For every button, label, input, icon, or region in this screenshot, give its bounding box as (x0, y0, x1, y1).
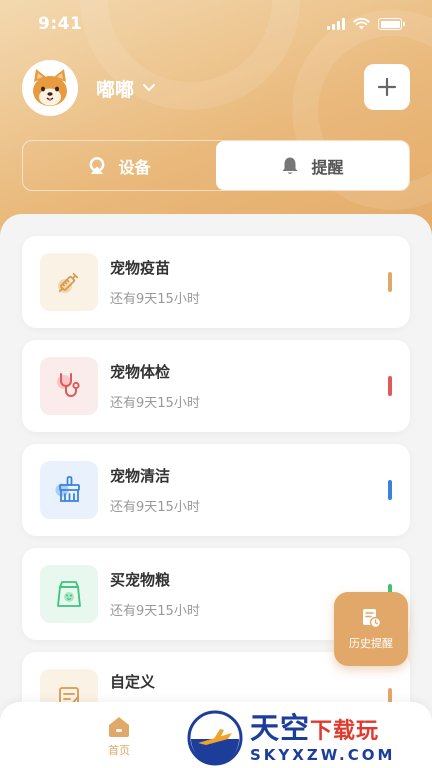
watermark-logo-icon (187, 710, 243, 766)
plus-icon (377, 77, 397, 97)
food-bag-icon (57, 581, 81, 607)
history-doc-icon (363, 609, 382, 629)
chevron-down-icon[interactable] (142, 83, 156, 93)
card-subtitle: 还有9天15小时 (110, 292, 200, 307)
history-reminders-button[interactable]: 历史提醒 (334, 592, 408, 666)
watermark-url: SKYXZW.COM (250, 746, 396, 764)
watermark: 天空下载玩 SKYXZW.COM (186, 708, 432, 768)
tab-home-label: 首页 (108, 744, 130, 757)
home-icon (109, 717, 129, 737)
card-accent-bar (388, 376, 392, 396)
signal-icon (327, 18, 345, 30)
tab-reminders-label: 提醒 (311, 157, 344, 177)
add-button[interactable] (364, 64, 410, 110)
watermark-title: 天空下载玩 (250, 713, 395, 747)
syringe-icon (58, 272, 79, 293)
card-icon-bg (40, 461, 98, 519)
tab-home[interactable]: 首页 (96, 714, 142, 758)
profile-row: 嘟嘟 (22, 60, 410, 116)
card-title: 宠物体检 (110, 363, 171, 381)
reminder-card-checkup[interactable]: 宠物体检 还有9天15小时 (22, 340, 410, 432)
card-text: 自定义 (110, 671, 155, 692)
wifi-icon (353, 18, 370, 30)
status-icons (327, 18, 405, 30)
history-reminders-label: 历史提醒 (349, 637, 393, 650)
watermark-title-accent: 下载玩 (310, 719, 380, 744)
card-title: 买宠物粮 (110, 571, 171, 589)
pet-name[interactable]: 嘟嘟 (96, 75, 134, 102)
card-accent-bar (388, 480, 392, 500)
card-accent-bar (388, 272, 392, 292)
tab-devices[interactable]: 设备 (23, 141, 216, 190)
shiba-dog-icon (33, 69, 67, 106)
card-text: 宠物体检 还有9天15小时 (110, 361, 200, 411)
card-title: 宠物疫苗 (110, 259, 171, 277)
card-icon-bg (40, 253, 98, 311)
avatar[interactable] (22, 60, 78, 116)
card-title: 自定义 (110, 672, 156, 691)
card-icon-bg (40, 565, 98, 623)
brush-icon (55, 476, 80, 502)
card-subtitle: 还有9天15小时 (110, 604, 200, 619)
card-text: 宠物清洁 还有9天15小时 (110, 465, 200, 515)
reminder-card-vaccine[interactable]: 宠物疫苗 还有9天15小时 (22, 236, 410, 328)
tab-devices-label: 设备 (118, 157, 151, 177)
card-title: 宠物清洁 (110, 467, 171, 485)
status-bar: 9:41 (0, 0, 432, 48)
tab-reminders[interactable]: 提醒 (216, 141, 409, 190)
reminder-card-cleaning[interactable]: 宠物清洁 还有9天15小时 (22, 444, 410, 536)
card-text: 宠物疫苗 还有9天15小时 (110, 257, 200, 307)
battery-icon (378, 18, 405, 30)
segment-control: 设备 提醒 (22, 140, 410, 191)
card-subtitle: 还有9天15小时 (110, 396, 200, 411)
stethoscope-icon (57, 373, 80, 397)
card-subtitle: 还有9天15小时 (110, 500, 200, 515)
bell-icon (282, 157, 298, 174)
card-icon-bg (40, 357, 98, 415)
location-pin-icon (90, 156, 105, 174)
watermark-title-main: 天空 (250, 711, 311, 745)
card-text: 买宠物粮 还有9天15小时 (110, 569, 200, 619)
status-time: 9:41 (38, 14, 83, 34)
